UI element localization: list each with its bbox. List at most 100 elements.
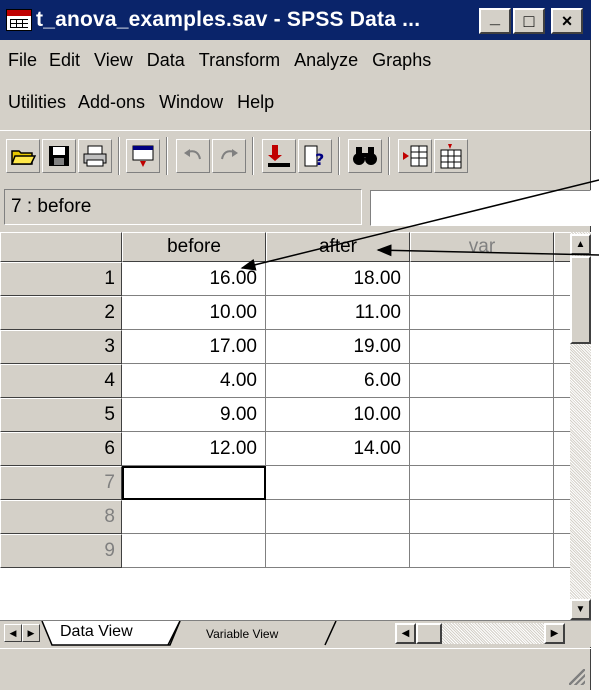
variables-button[interactable]: ? [298,139,332,173]
toolbar-separator [388,137,390,175]
cell-before-row-1[interactable]: 16.00 [122,262,266,296]
cell-partial-row-9[interactable] [554,534,570,568]
menu-graphs[interactable]: Graphs [372,50,431,71]
row-header-8[interactable]: 8 [0,500,122,534]
column-header-var[interactable]: var [410,232,554,262]
scroll-up-button[interactable]: ▲ [570,234,591,255]
print-button[interactable] [78,139,112,173]
dialog-recall-button[interactable] [126,139,160,173]
toolbar: ? [0,130,591,183]
cell-after-row-9[interactable] [266,534,410,568]
cell-var-row-5[interactable] [410,398,554,432]
menu-help[interactable]: Help [237,92,274,113]
spss-app-icon[interactable] [6,9,32,31]
cell-var-row-2[interactable] [410,296,554,330]
close-button[interactable]: × [551,8,583,34]
cell-after-row-1[interactable]: 18.00 [266,262,410,296]
maximize-button[interactable]: □ [513,8,545,34]
cell-before-row-8[interactable] [122,500,266,534]
column-header-partial[interactable] [554,232,570,262]
cell-var-row-1[interactable] [410,262,554,296]
cell-before-row-2[interactable]: 10.00 [122,296,266,330]
cell-partial-row-4[interactable] [554,364,570,398]
cell-editor-bar: 7 : before [0,182,591,230]
hscroll-thumb[interactable] [416,623,442,644]
menu-view[interactable]: View [94,50,133,71]
dialog-recall-icon [132,145,154,167]
cell-before-row-7[interactable] [122,466,266,500]
cell-after-row-6[interactable]: 14.00 [266,432,410,466]
row-header-2[interactable]: 2 [0,296,122,330]
cell-after-row-8[interactable] [266,500,410,534]
cell-after-row-3[interactable]: 19.00 [266,330,410,364]
cell-after-row-2[interactable]: 11.00 [266,296,410,330]
cell-after-row-4[interactable]: 6.00 [266,364,410,398]
cell-var-row-3[interactable] [410,330,554,364]
undo-button[interactable] [176,139,210,173]
open-file-button[interactable] [6,139,40,173]
cell-var-row-7[interactable] [410,466,554,500]
column-header-after[interactable]: after [266,232,410,262]
vertical-scrollbar[interactable]: ▲ ▼ [570,232,591,620]
insert-variable-button[interactable] [434,139,468,173]
find-button[interactable] [348,139,382,173]
cell-before-row-6[interactable]: 12.00 [122,432,266,466]
resize-grip-icon[interactable] [569,669,585,685]
goto-case-button[interactable] [262,139,296,173]
cell-partial-row-6[interactable] [554,432,570,466]
row-header-9[interactable]: 9 [0,534,122,568]
close-icon: × [561,10,573,31]
menu-transform[interactable]: Transform [199,50,280,71]
open-folder-icon [10,150,36,165]
horizontal-scrollbar[interactable]: ◀ ▶ [395,623,565,644]
row-header-7[interactable]: 7 [0,466,122,500]
cell-var-row-4[interactable] [410,364,554,398]
cell-var-row-6[interactable] [410,432,554,466]
save-disk-icon [49,146,69,166]
row-header-5[interactable]: 5 [0,398,122,432]
tab-scroll-left-button[interactable]: ◀ [4,624,22,642]
cell-before-row-3[interactable]: 17.00 [122,330,266,364]
row-header-1[interactable]: 1 [0,262,122,296]
cell-partial-row-3[interactable] [554,330,570,364]
menu-data[interactable]: Data [147,50,185,71]
cell-partial-row-8[interactable] [554,500,570,534]
cell-var-row-8[interactable] [410,500,554,534]
save-button[interactable] [42,139,76,173]
menu-edit[interactable]: Edit [49,50,80,71]
row-header-3[interactable]: 3 [0,330,122,364]
menu-add-ons[interactable]: Add-ons [78,92,145,113]
cell-var-row-9[interactable] [410,534,554,568]
redo-button[interactable] [212,139,246,173]
menu-window[interactable]: Window [159,92,223,113]
cell-value-input[interactable] [370,190,591,226]
tab-scroll-right-button[interactable]: ▶ [22,624,40,642]
insert-cases-button[interactable] [398,139,432,173]
title-bar[interactable]: t_anova_examples.sav - SPSS Data ... _ □… [0,0,591,40]
minimize-button[interactable]: _ [479,7,511,34]
cell-partial-row-1[interactable] [554,262,570,296]
tab-variable-view[interactable]: Variable View [206,623,278,647]
menu-file[interactable]: File [8,50,37,71]
cell-partial-row-7[interactable] [554,466,570,500]
status-bar [0,648,591,691]
row-header-4[interactable]: 4 [0,364,122,398]
tab-data-view[interactable]: Data View [60,621,133,645]
menu-analyze[interactable]: Analyze [294,50,358,71]
hscroll-left-button[interactable]: ◀ [395,623,416,644]
cell-reference: 7 : before [4,189,362,225]
row-header-6[interactable]: 6 [0,432,122,466]
cell-before-row-4[interactable]: 4.00 [122,364,266,398]
cell-before-row-5[interactable]: 9.00 [122,398,266,432]
hscroll-right-button[interactable]: ▶ [544,623,565,644]
scroll-thumb[interactable] [570,256,591,344]
cell-partial-row-5[interactable] [554,398,570,432]
cell-partial-row-2[interactable] [554,296,570,330]
cell-after-row-5[interactable]: 10.00 [266,398,410,432]
menu-utilities[interactable]: Utilities [8,92,66,113]
cell-after-row-7[interactable] [266,466,410,500]
column-header-before[interactable]: before [122,232,266,262]
scroll-down-button[interactable]: ▼ [570,599,591,620]
cell-before-row-9[interactable] [122,534,266,568]
corner-header[interactable] [0,232,122,262]
